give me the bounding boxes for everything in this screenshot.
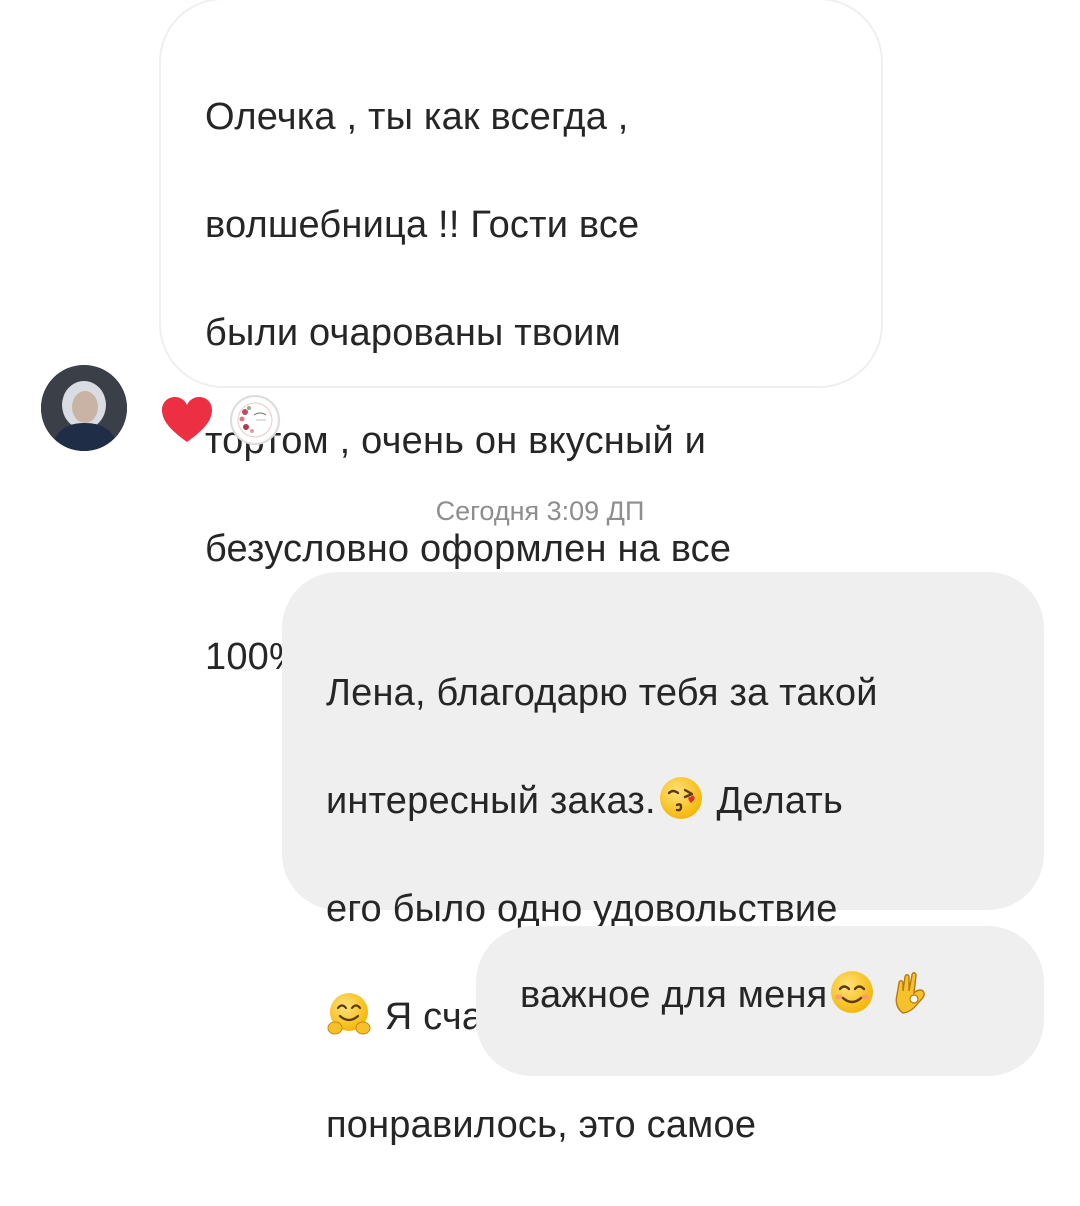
outgoing-message-bubble[interactable]: важное для меня (476, 926, 1044, 1076)
outgoing-message-text: Лена, благодарю тебя за такой интересный… (326, 612, 1004, 1206)
outgoing-line: интересный заказ. Делать (326, 774, 1004, 828)
incoming-line: волшебница !! Гости все (205, 204, 640, 246)
incoming-line: Олечка , ты как всегда , (205, 96, 629, 138)
incoming-line: тортом , очень он вкусный и (205, 420, 707, 462)
outgoing-line: Лена, благодарю тебя за такой (326, 672, 878, 714)
kissing-face-icon (658, 775, 704, 821)
message-reactions[interactable] (160, 395, 280, 445)
incoming-message-bubble[interactable]: Олечка , ты как всегда , волшебница !! Г… (159, 0, 883, 678)
outgoing-message-text: важное для меня (520, 968, 1004, 1022)
incoming-line: безусловно оформлен на все (205, 528, 732, 570)
message-timestamp: Сегодня 3:09 ДП (435, 496, 645, 526)
reactor-avatar (230, 395, 280, 445)
outgoing-message-bubble[interactable]: Лена, благодарю тебя за такой интересный… (282, 572, 1044, 1146)
outgoing-text-segment: Делать (705, 780, 844, 822)
ok-hand-icon (887, 969, 933, 1015)
hugging-face-icon (326, 991, 372, 1037)
sender-avatar[interactable] (41, 365, 127, 451)
heart-reaction-icon (160, 396, 214, 444)
outgoing-text-segment: интересный заказ. (326, 780, 656, 822)
incoming-line: были очарованы твоим (205, 312, 621, 354)
outgoing-text-segment: важное для меня (520, 974, 828, 1016)
chat-thread: Олечка , ты как всегда , волшебница !! Г… (0, 0, 1080, 1146)
outgoing-line: понравилось, это самое (326, 1104, 757, 1146)
smiling-face-icon (829, 969, 875, 1015)
